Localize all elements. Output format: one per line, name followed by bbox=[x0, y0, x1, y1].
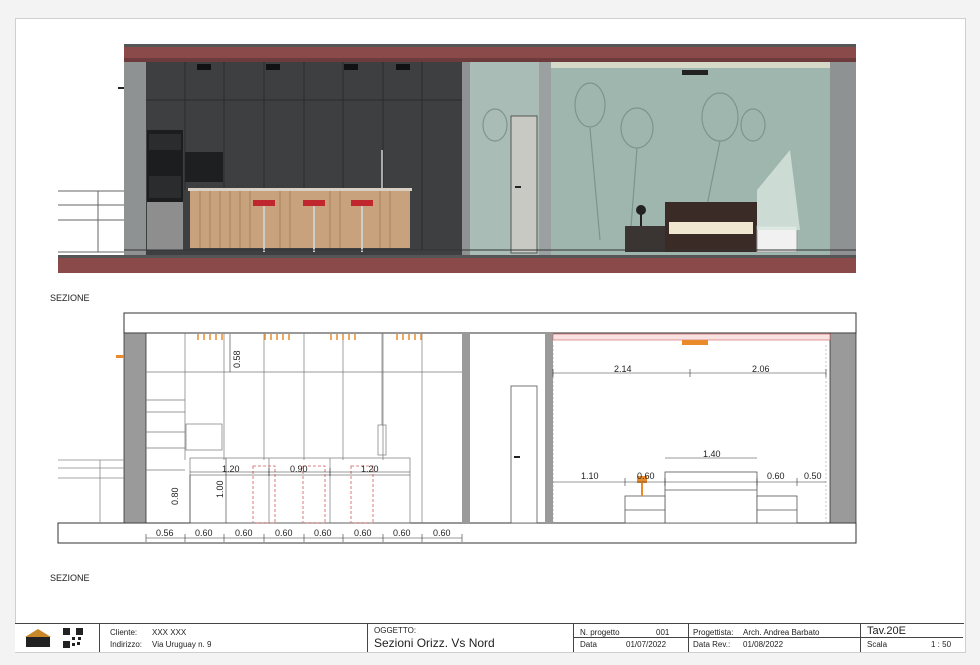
dim-120-right: 1.20 bbox=[361, 464, 379, 474]
dim-214: 2.14 bbox=[614, 364, 632, 374]
designer-cell: Progettista: Arch. Andrea Barbato Data R… bbox=[688, 624, 861, 652]
base-dim: 0.60 bbox=[314, 528, 332, 538]
dim-060-left: 0.60 bbox=[637, 471, 655, 481]
base-dim: 0.56 bbox=[156, 528, 174, 538]
project-cell: N. progetto 001 Data 01/07/2022 bbox=[573, 624, 689, 652]
dim-140: 1.40 bbox=[703, 449, 721, 459]
datarev-value: 01/08/2022 bbox=[743, 640, 784, 649]
dim-120-left: 1.20 bbox=[222, 464, 240, 474]
base-dim: 0.60 bbox=[275, 528, 293, 538]
base-dim: 0.60 bbox=[433, 528, 451, 538]
base-dim: 0.60 bbox=[354, 528, 372, 538]
dim-206: 2.06 bbox=[752, 364, 770, 374]
oggetto-label: OGGETTO: bbox=[374, 626, 417, 635]
dim-060-right: 0.60 bbox=[767, 471, 785, 481]
sheet-cell: Tav.20E Scala 1 : 50 bbox=[860, 624, 964, 652]
dim-110: 1.10 bbox=[581, 471, 599, 481]
base-dim: 0.60 bbox=[195, 528, 213, 538]
base-dim: 0.60 bbox=[235, 528, 253, 538]
dim-100: 1.00 bbox=[215, 480, 225, 498]
indirizzo-value: Via Uruguay n. 9 bbox=[152, 640, 212, 649]
title-block: Cliente: XXX XXX Indirizzo: Via Uruguay … bbox=[15, 623, 964, 652]
dim-050: 0.50 bbox=[804, 471, 822, 481]
oggetto-cell: OGGETTO: Sezioni Orizz. Vs Nord bbox=[367, 624, 574, 652]
scala-value: 1 : 50 bbox=[931, 640, 952, 649]
nprogetto-label: N. progetto bbox=[580, 628, 620, 637]
title-divider bbox=[573, 637, 963, 638]
floor-slab-outline bbox=[57, 522, 857, 544]
progettista-value: Arch. Andrea Barbato bbox=[743, 628, 820, 637]
cliente-value: XXX XXX bbox=[152, 628, 187, 637]
progettista-label: Progettista: bbox=[693, 628, 734, 637]
base-dim: 0.60 bbox=[393, 528, 411, 538]
client-cell: Cliente: XXX XXX Indirizzo: Via Uruguay … bbox=[99, 624, 368, 652]
dim-058: 0.58 bbox=[232, 350, 242, 368]
stool-outlines bbox=[252, 465, 374, 524]
tav-number: Tav.20E bbox=[867, 625, 906, 637]
dim-080: 0.80 bbox=[170, 487, 180, 505]
cliente-label: Cliente: bbox=[110, 628, 138, 637]
dim-090: 0.90 bbox=[290, 464, 308, 474]
qr-code-icon bbox=[63, 628, 83, 648]
scala-label: Scala bbox=[867, 640, 888, 649]
nprogetto-value: 001 bbox=[656, 628, 670, 637]
data-label: Data bbox=[580, 640, 597, 649]
datarev-label: Data Rev.: bbox=[693, 640, 731, 649]
data-value: 01/07/2022 bbox=[626, 640, 667, 649]
ceiling-slab-outline bbox=[123, 312, 857, 334]
line-section bbox=[57, 312, 857, 544]
indirizzo-label: Indirizzo: bbox=[110, 640, 143, 649]
logo-icon bbox=[23, 627, 53, 649]
section-label-bottom: SEZIONE bbox=[50, 573, 90, 583]
oggetto-value: Sezioni Orizz. Vs Nord bbox=[374, 636, 495, 650]
spotlight-marks bbox=[197, 334, 422, 340]
